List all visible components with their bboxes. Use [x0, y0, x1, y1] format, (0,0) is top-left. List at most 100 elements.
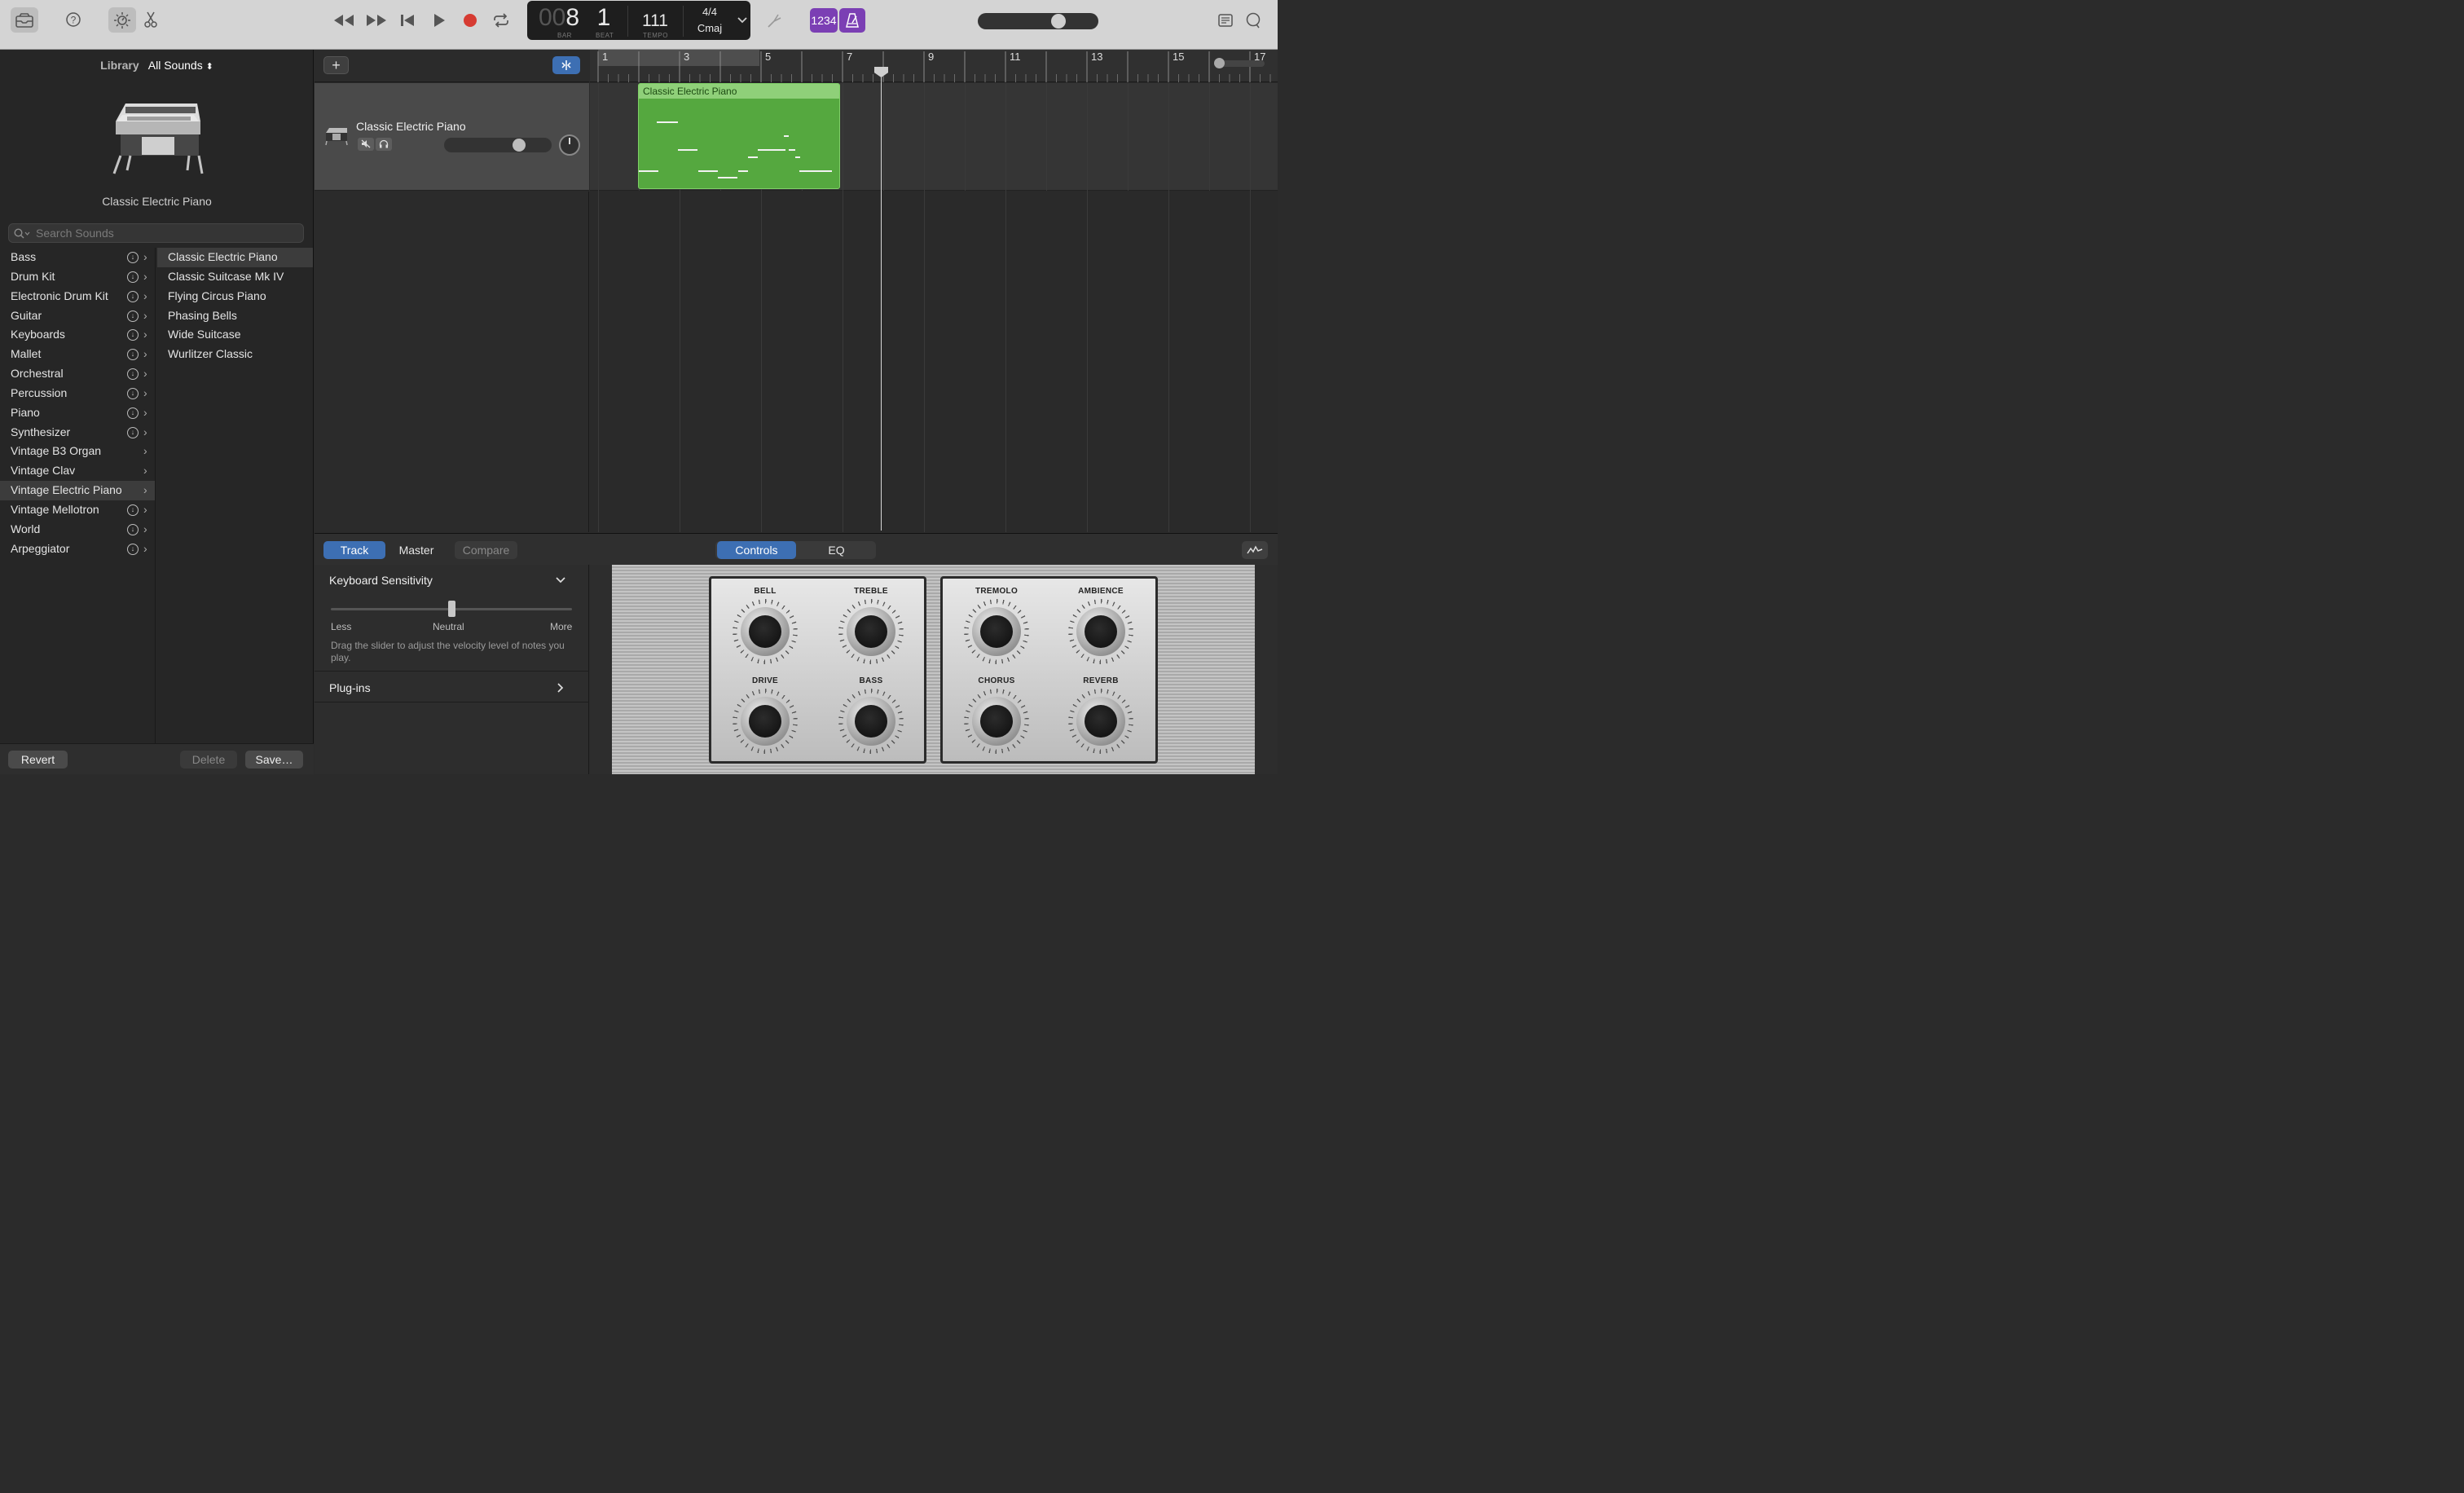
download-icon[interactable]: ↓ — [127, 543, 139, 555]
go-to-beginning-button[interactable] — [398, 11, 417, 30]
download-icon[interactable]: ↓ — [127, 310, 139, 322]
metronome-button[interactable] — [839, 8, 865, 33]
keyboard-sensitivity-knob[interactable] — [448, 601, 455, 617]
delete-button[interactable]: Delete — [180, 751, 237, 769]
rewind-button[interactable] — [332, 11, 355, 30]
inspector-toggle-button[interactable] — [1242, 541, 1268, 559]
loop-browser-button[interactable] — [1243, 11, 1263, 30]
tab-track[interactable]: Track — [323, 541, 385, 559]
reverb-knob[interactable] — [1068, 689, 1133, 754]
category-item[interactable]: Synthesizer ↓ › — [0, 423, 155, 443]
chorus-knob[interactable] — [964, 689, 1029, 754]
category-item[interactable]: Vintage Clav › — [0, 461, 155, 481]
category-item[interactable]: Electronic Drum Kit ↓ › — [0, 287, 155, 306]
grid-line — [1087, 83, 1088, 532]
lcd-key[interactable]: Cmaj — [687, 22, 733, 38]
download-icon[interactable]: ↓ — [127, 368, 139, 381]
fast-forward-button[interactable] — [365, 11, 388, 30]
add-track-button[interactable]: + — [323, 56, 349, 74]
quick-help-button[interactable]: ? — [64, 11, 82, 29]
timeline-ruler[interactable]: 1 3 5 7 9 11 13 15 17 — [590, 50, 1278, 82]
download-icon[interactable]: ↓ — [127, 271, 139, 283]
track-pan-knob[interactable] — [559, 134, 580, 156]
category-item[interactable]: Piano ↓ › — [0, 403, 155, 423]
chevron-down-icon[interactable] — [556, 577, 565, 584]
patch-item[interactable]: Flying Circus Piano — [157, 287, 313, 306]
category-item[interactable]: Vintage Mellotron ↓ › — [0, 500, 155, 520]
category-item[interactable]: Bass ↓ › — [0, 248, 155, 267]
chevron-right-icon: › — [143, 502, 147, 516]
notepad-button[interactable] — [1216, 11, 1235, 30]
drive-knob[interactable] — [733, 689, 798, 754]
category-item[interactable]: World ↓ › — [0, 520, 155, 540]
record-button[interactable] — [460, 11, 480, 30]
play-button[interactable] — [429, 11, 449, 30]
arrangement-area[interactable]: Classic Electric Piano — [590, 83, 1278, 532]
download-icon[interactable]: ↓ — [127, 523, 139, 535]
track-header[interactable]: Classic Electric Piano — [315, 83, 589, 191]
sound-filter-select[interactable]: All Sounds ⬍ — [148, 59, 213, 72]
tuner-button[interactable] — [764, 11, 784, 30]
zoom-knob[interactable] — [1214, 58, 1225, 68]
master-volume-knob[interactable] — [1051, 14, 1066, 29]
smart-controls-button[interactable] — [108, 7, 136, 33]
lcd-menu-button[interactable] — [734, 1, 750, 40]
chevron-right-icon[interactable] — [557, 683, 564, 693]
download-icon[interactable]: ↓ — [127, 426, 139, 438]
category-item[interactable]: Keyboards ↓ › — [0, 325, 155, 345]
keyboard-sensitivity-slider[interactable] — [331, 601, 572, 617]
patch-item[interactable]: Classic Suitcase Mk IV — [157, 267, 313, 287]
keyboard-sensitivity-description: Drag the slider to adjust the velocity l… — [331, 640, 565, 663]
ambience-knob[interactable] — [1068, 599, 1133, 664]
treble-knob[interactable] — [838, 599, 904, 664]
save-button[interactable]: Save… — [245, 751, 303, 769]
library-button[interactable] — [11, 7, 38, 33]
plugins-section[interactable]: Plug-ins — [329, 681, 371, 694]
category-item[interactable]: Vintage Electric Piano › — [0, 481, 155, 500]
category-item[interactable]: Mallet ↓ › — [0, 345, 155, 364]
keyboard-sensitivity-title[interactable]: Keyboard Sensitivity — [329, 574, 433, 587]
tab-master[interactable]: Master — [387, 541, 446, 559]
mute-button[interactable] — [358, 138, 374, 151]
tab-eq[interactable]: EQ — [799, 541, 874, 559]
catch-playhead-button[interactable] — [552, 56, 580, 74]
compare-button[interactable]: Compare — [455, 541, 517, 559]
search-input[interactable] — [36, 227, 297, 240]
revert-button[interactable]: Revert — [8, 751, 68, 769]
chevron-right-icon: › — [143, 347, 147, 361]
track-volume-knob[interactable] — [513, 139, 526, 152]
editors-button[interactable] — [142, 11, 160, 29]
tab-controls[interactable]: Controls — [717, 541, 796, 559]
category-item[interactable]: Guitar ↓ › — [0, 306, 155, 326]
category-item[interactable]: Arpeggiator ↓ › — [0, 540, 155, 559]
master-volume-slider[interactable] — [978, 13, 1098, 29]
solo-button[interactable] — [376, 138, 392, 151]
search-field[interactable] — [8, 223, 304, 243]
count-in-button[interactable]: 1234 — [810, 8, 838, 33]
category-item[interactable]: Vintage B3 Organ › — [0, 442, 155, 461]
download-icon[interactable]: ↓ — [127, 252, 139, 263]
bass-knob[interactable] — [838, 689, 904, 754]
category-item[interactable]: Percussion ↓ › — [0, 384, 155, 403]
tremolo-knob[interactable] — [964, 599, 1029, 664]
lcd-display[interactable]: 008 . 1 BAR BEAT 111 TEMPO 4/4 Cmaj — [527, 1, 750, 40]
patch-item[interactable]: Classic Electric Piano — [157, 248, 313, 267]
zoom-slider[interactable] — [1214, 58, 1265, 68]
cycle-button[interactable] — [491, 11, 512, 30]
download-icon[interactable]: ↓ — [127, 387, 139, 399]
category-label: Bass — [11, 250, 37, 263]
download-icon[interactable]: ↓ — [127, 504, 139, 516]
patch-item[interactable]: Phasing Bells — [157, 306, 313, 326]
download-icon[interactable]: ↓ — [127, 407, 139, 419]
patch-item[interactable]: Wide Suitcase — [157, 325, 313, 345]
track-name[interactable]: Classic Electric Piano — [356, 120, 466, 133]
bell-knob[interactable] — [733, 599, 798, 664]
midi-region[interactable]: Classic Electric Piano — [638, 83, 840, 189]
category-item[interactable]: Drum Kit ↓ › — [0, 267, 155, 287]
track-volume-slider[interactable] — [444, 138, 552, 152]
download-icon[interactable]: ↓ — [127, 290, 139, 302]
download-icon[interactable]: ↓ — [127, 349, 139, 361]
download-icon[interactable]: ↓ — [127, 329, 139, 341]
patch-item[interactable]: Wurlitzer Classic — [157, 345, 313, 364]
category-item[interactable]: Orchestral ↓ › — [0, 364, 155, 384]
